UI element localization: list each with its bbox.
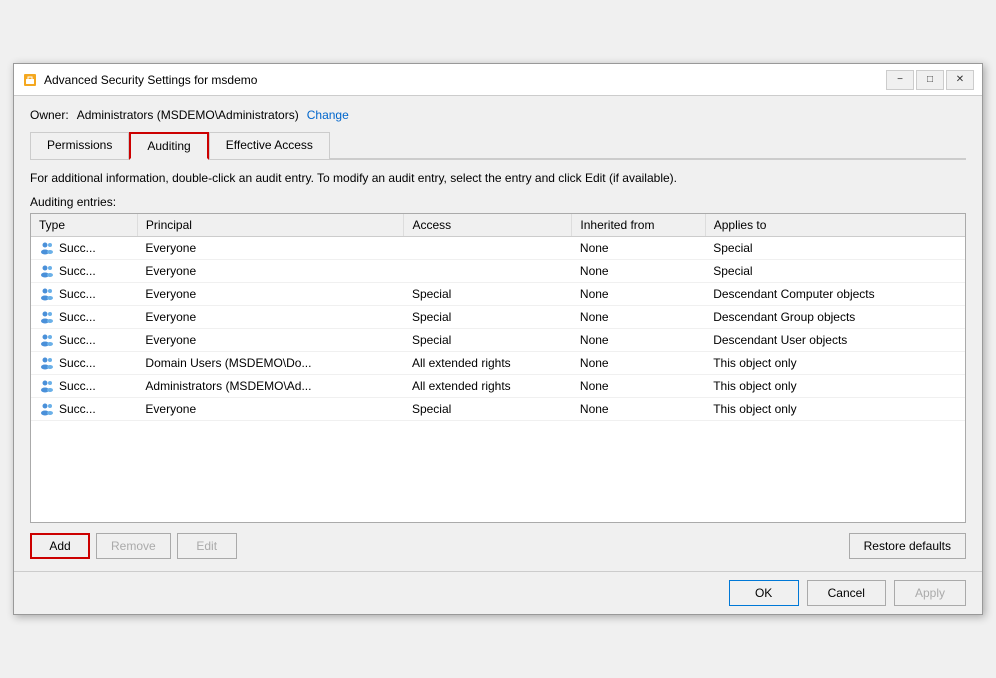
close-button[interactable]: ✕ (946, 70, 974, 90)
cell-access: Special (404, 282, 572, 305)
cell-type: Succ... (31, 305, 137, 328)
user-group-icon (39, 355, 55, 371)
table-row[interactable]: Succ... EveryoneSpecialNoneDescendant Gr… (31, 305, 965, 328)
table-row[interactable]: Succ... EveryoneSpecialNoneThis object o… (31, 397, 965, 420)
user-group-icon (39, 263, 55, 279)
cell-applies: Descendant User objects (705, 328, 965, 351)
cell-applies: Descendant Group objects (705, 305, 965, 328)
owner-label: Owner: (30, 108, 69, 122)
col-inherited: Inherited from (572, 214, 705, 237)
cell-inherited: None (572, 397, 705, 420)
owner-row: Owner: Administrators (MSDEMO\Administra… (30, 108, 966, 122)
cell-type: Succ... (31, 351, 137, 374)
table-row[interactable]: Succ... Everyone NoneSpecial (31, 259, 965, 282)
table-header-row: Type Principal Access Inherited from App… (31, 214, 965, 237)
user-group-icon (39, 286, 55, 302)
window-icon (22, 72, 38, 88)
cell-type: Succ... (31, 328, 137, 351)
cell-access: All extended rights (404, 374, 572, 397)
cell-principal: Everyone (137, 282, 404, 305)
cell-inherited: None (572, 259, 705, 282)
auditing-table: Type Principal Access Inherited from App… (31, 214, 965, 421)
remove-button[interactable]: Remove (96, 533, 171, 559)
tab-bar: Permissions Auditing Effective Access (30, 132, 966, 160)
cell-principal: Everyone (137, 305, 404, 328)
left-buttons: Add Remove Edit (30, 533, 237, 559)
cell-type: Succ... (31, 282, 137, 305)
auditing-table-container[interactable]: Type Principal Access Inherited from App… (30, 213, 966, 523)
cell-inherited: None (572, 351, 705, 374)
cell-inherited: None (572, 282, 705, 305)
apply-button[interactable]: Apply (894, 580, 966, 606)
cell-access (404, 259, 572, 282)
maximize-button[interactable]: □ (916, 70, 944, 90)
col-principal: Principal (137, 214, 404, 237)
window-title: Advanced Security Settings for msdemo (44, 73, 257, 87)
cell-applies: Special (705, 259, 965, 282)
user-group-icon (39, 309, 55, 325)
col-type: Type (31, 214, 137, 237)
cell-access: Special (404, 328, 572, 351)
cell-type: Succ... (31, 259, 137, 282)
content-area: Owner: Administrators (MSDEMO\Administra… (14, 96, 982, 571)
title-bar-left: Advanced Security Settings for msdemo (22, 72, 257, 88)
cell-principal: Administrators (MSDEMO\Ad... (137, 374, 404, 397)
section-label: Auditing entries: (30, 195, 966, 209)
cell-type: Succ... (31, 397, 137, 420)
cell-inherited: None (572, 305, 705, 328)
cell-applies: This object only (705, 374, 965, 397)
cell-inherited: None (572, 328, 705, 351)
title-bar: Advanced Security Settings for msdemo − … (14, 64, 982, 96)
cell-inherited: None (572, 374, 705, 397)
change-link[interactable]: Change (307, 108, 349, 122)
tab-permissions[interactable]: Permissions (30, 132, 129, 160)
user-group-icon (39, 378, 55, 394)
minimize-button[interactable]: − (886, 70, 914, 90)
cell-type: Succ... (31, 374, 137, 397)
cell-principal: Everyone (137, 328, 404, 351)
edit-button[interactable]: Edit (177, 533, 237, 559)
user-group-icon (39, 332, 55, 348)
cancel-button[interactable]: Cancel (807, 580, 886, 606)
cell-access: Special (404, 305, 572, 328)
cell-applies: This object only (705, 351, 965, 374)
info-text: For additional information, double-click… (30, 170, 966, 187)
table-row[interactable]: Succ... Domain Users (MSDEMO\Do...All ex… (31, 351, 965, 374)
cell-inherited: None (572, 236, 705, 259)
cell-principal: Everyone (137, 397, 404, 420)
cell-principal: Everyone (137, 236, 404, 259)
footer: OK Cancel Apply (14, 571, 982, 614)
add-button[interactable]: Add (30, 533, 90, 559)
ok-button[interactable]: OK (729, 580, 799, 606)
tab-effective-access[interactable]: Effective Access (209, 132, 330, 160)
cell-applies: This object only (705, 397, 965, 420)
cell-access: Special (404, 397, 572, 420)
user-group-icon (39, 240, 55, 256)
table-row[interactable]: Succ... Administrators (MSDEMO\Ad...All … (31, 374, 965, 397)
owner-value: Administrators (MSDEMO\Administrators) (77, 108, 299, 122)
cell-type: Succ... (31, 236, 137, 259)
col-applies: Applies to (705, 214, 965, 237)
title-controls: − □ ✕ (886, 70, 974, 90)
cell-applies: Special (705, 236, 965, 259)
col-access: Access (404, 214, 572, 237)
cell-access (404, 236, 572, 259)
cell-principal: Everyone (137, 259, 404, 282)
table-row[interactable]: Succ... EveryoneSpecialNoneDescendant Us… (31, 328, 965, 351)
cell-applies: Descendant Computer objects (705, 282, 965, 305)
table-body: Succ... EveryoneNoneSpecial Succ... Ever… (31, 236, 965, 420)
main-window: Advanced Security Settings for msdemo − … (13, 63, 983, 615)
button-row: Add Remove Edit Restore defaults (30, 533, 966, 559)
table-row[interactable]: Succ... EveryoneSpecialNoneDescendant Co… (31, 282, 965, 305)
user-group-icon (39, 401, 55, 417)
cell-access: All extended rights (404, 351, 572, 374)
tab-auditing[interactable]: Auditing (129, 132, 208, 160)
restore-defaults-button[interactable]: Restore defaults (849, 533, 966, 559)
cell-principal: Domain Users (MSDEMO\Do... (137, 351, 404, 374)
table-row[interactable]: Succ... Everyone NoneSpecial (31, 236, 965, 259)
